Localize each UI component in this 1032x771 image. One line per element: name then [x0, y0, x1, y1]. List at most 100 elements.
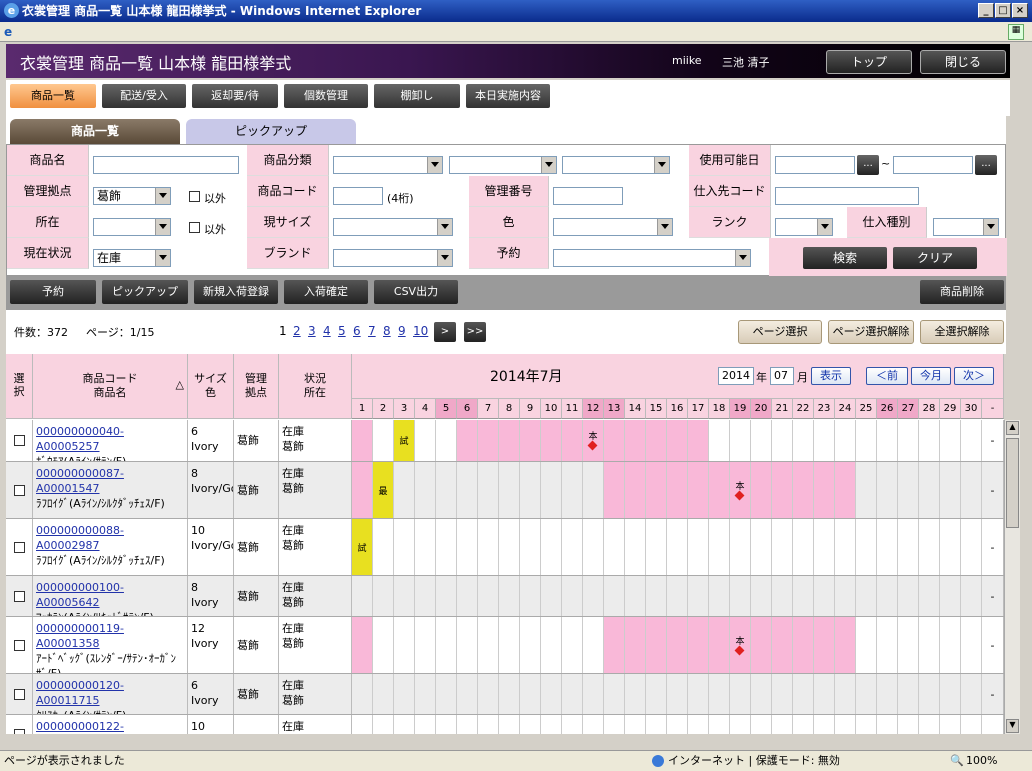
row-checkbox[interactable] — [14, 729, 25, 734]
product-name-input[interactable] — [93, 156, 239, 174]
year-input[interactable]: 2014 — [718, 367, 754, 385]
day-cell[interactable] — [877, 420, 898, 461]
day-cell[interactable] — [625, 715, 646, 734]
day-cell[interactable] — [436, 576, 457, 616]
scroll-down-icon[interactable]: ▼ — [1006, 719, 1019, 733]
day-cell[interactable] — [919, 617, 940, 673]
location-select[interactable]: 葛飾 — [93, 187, 171, 205]
day-cell[interactable] — [835, 576, 856, 616]
day-cell[interactable] — [562, 617, 583, 673]
day-cell[interactable] — [898, 462, 919, 518]
day-cell[interactable] — [877, 462, 898, 518]
day-cell[interactable] — [478, 462, 499, 518]
page-link-10[interactable]: 10 — [413, 324, 428, 338]
day-cell[interactable] — [478, 674, 499, 714]
day-cell[interactable] — [499, 715, 520, 734]
delete-product-button[interactable]: 商品削除 — [920, 280, 1004, 304]
day-cell[interactable] — [562, 462, 583, 518]
day-cell[interactable] — [730, 519, 751, 575]
zoom-level[interactable]: 100% — [966, 751, 997, 771]
day-cell[interactable] — [898, 674, 919, 714]
day-cell[interactable] — [814, 715, 835, 734]
day-cell[interactable] — [898, 420, 919, 461]
product-code-link[interactable]: 000000000100-A00005642 — [36, 581, 124, 609]
day-cell[interactable] — [709, 420, 730, 461]
day-cell[interactable] — [625, 420, 646, 461]
day-cell[interactable] — [541, 519, 562, 575]
page-link-7[interactable]: 7 — [368, 324, 376, 338]
day-cell[interactable] — [520, 617, 541, 673]
status-select[interactable]: 在庫 — [93, 249, 171, 267]
day-cell[interactable] — [604, 617, 625, 673]
day-cell[interactable] — [751, 576, 772, 616]
day-cell[interactable] — [646, 674, 667, 714]
scroll-up-icon[interactable]: ▲ — [1006, 421, 1019, 435]
day-cell[interactable] — [457, 674, 478, 714]
day-cell[interactable] — [436, 674, 457, 714]
day-cell[interactable] — [415, 519, 436, 575]
day-cell[interactable] — [478, 519, 499, 575]
day-cell[interactable] — [373, 576, 394, 616]
day-cell[interactable] — [352, 576, 373, 616]
day-cell[interactable] — [499, 420, 520, 461]
reserve-select[interactable] — [553, 249, 751, 267]
day-cell[interactable] — [814, 674, 835, 714]
location-exclude-checkbox[interactable] — [189, 191, 200, 202]
brand-select[interactable] — [333, 249, 453, 267]
day-cell[interactable] — [457, 715, 478, 734]
product-code-link[interactable]: 000000000040-A00005257 — [36, 425, 124, 453]
day-cell[interactable] — [898, 617, 919, 673]
day-cell[interactable] — [646, 576, 667, 616]
day-cell[interactable] — [667, 462, 688, 518]
day-cell[interactable] — [772, 617, 793, 673]
day-cell[interactable] — [877, 617, 898, 673]
next-page-button[interactable]: > — [434, 322, 456, 342]
day-cell[interactable] — [688, 617, 709, 673]
page-select-button[interactable]: ページ選択 — [738, 320, 822, 344]
day-cell[interactable] — [793, 462, 814, 518]
day-cell[interactable] — [793, 576, 814, 616]
day-cell[interactable] — [625, 617, 646, 673]
clear-button[interactable]: クリア — [893, 247, 977, 269]
day-cell[interactable] — [373, 519, 394, 575]
day-cell[interactable] — [478, 617, 499, 673]
date-from-input[interactable] — [775, 156, 855, 174]
day-cell[interactable] — [604, 519, 625, 575]
day-cell[interactable] — [814, 576, 835, 616]
day-cell[interactable] — [646, 715, 667, 734]
day-cell[interactable] — [394, 576, 415, 616]
day-cell[interactable] — [688, 674, 709, 714]
grid-scrollbar[interactable]: ▲ ▼ — [1004, 420, 1020, 734]
arrival-confirm-button[interactable]: 入荷確定 — [284, 280, 368, 304]
day-cell[interactable] — [562, 715, 583, 734]
product-code-link[interactable]: 000000000087-A00001547 — [36, 467, 124, 495]
day-cell[interactable] — [856, 576, 877, 616]
day-cell[interactable] — [919, 462, 940, 518]
day-cell[interactable] — [583, 462, 604, 518]
day-cell[interactable] — [373, 420, 394, 461]
minimize-button[interactable]: _ — [978, 3, 994, 18]
header-code[interactable]: 商品コード 商品名 △ — [33, 354, 188, 419]
day-cell[interactable] — [961, 420, 982, 461]
day-cell[interactable] — [667, 674, 688, 714]
day-cell[interactable] — [436, 519, 457, 575]
day-cell[interactable] — [394, 462, 415, 518]
day-cell[interactable] — [919, 674, 940, 714]
day-cell[interactable] — [667, 519, 688, 575]
day-cell[interactable] — [415, 576, 436, 616]
day-cell[interactable] — [415, 674, 436, 714]
day-cell[interactable] — [814, 462, 835, 518]
product-code-link[interactable]: 000000000088-A00002987 — [36, 524, 124, 552]
day-cell[interactable] — [352, 462, 373, 518]
page-link-3[interactable]: 3 — [308, 324, 316, 338]
row-checkbox[interactable] — [14, 688, 25, 700]
page-link-6[interactable]: 6 — [353, 324, 361, 338]
all-unselect-button[interactable]: 全選択解除 — [920, 320, 1004, 344]
mgmt-no-input[interactable] — [553, 187, 623, 205]
day-cell[interactable] — [394, 617, 415, 673]
page-link-2[interactable]: 2 — [293, 324, 301, 338]
day-cell[interactable] — [520, 519, 541, 575]
day-cell[interactable] — [520, 420, 541, 461]
day-cell[interactable] — [835, 519, 856, 575]
day-cell[interactable] — [814, 617, 835, 673]
